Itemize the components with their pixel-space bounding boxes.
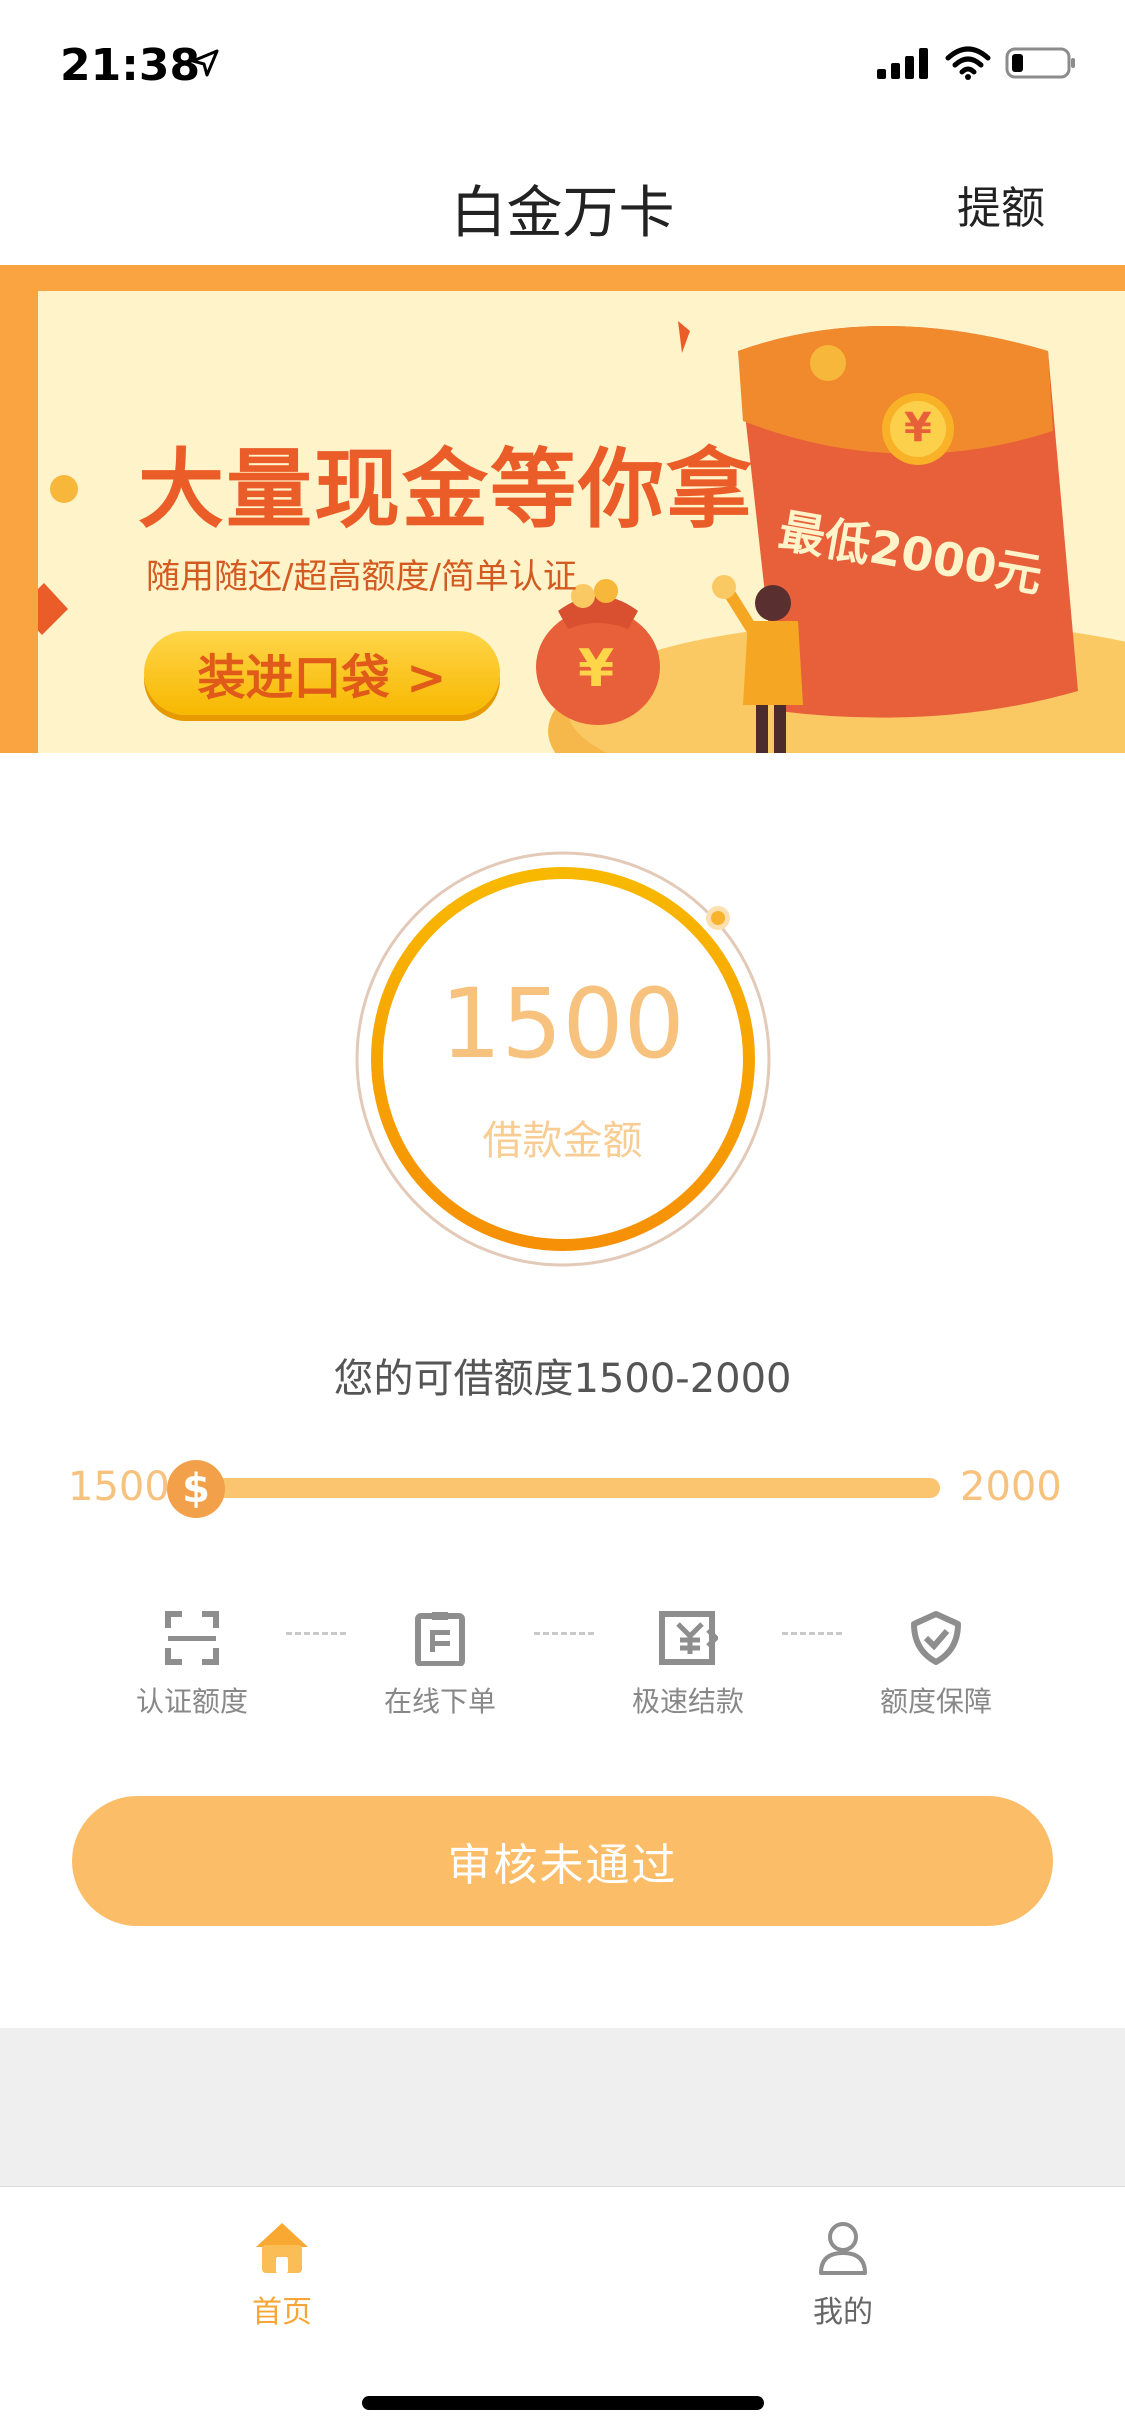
promo-banner[interactable]: 大量现金等你拿 随用随还/超高额度/简单认证 装进口袋 > 最低2000元 ¥ … <box>0 265 1125 753</box>
tab-label: 首页 <box>252 2295 312 2330</box>
user-icon <box>819 2222 867 2275</box>
status-time: 21:38 <box>60 40 201 91</box>
process-steps: 认证额度 在线下单 极速结款 额度保障 <box>0 1610 1125 1730</box>
step-fast-payout: 极速结款 <box>588 1610 788 1720</box>
amount-slider-thumb[interactable]: $ <box>167 1460 225 1518</box>
step-connector <box>782 1632 842 1635</box>
content-spacer <box>0 2028 1125 2186</box>
review-status-button[interactable]: 审核未通过 <box>72 1796 1053 1926</box>
fast-cash-icon <box>659 1611 718 1665</box>
shield-check-icon <box>911 1611 961 1665</box>
location-arrow-icon <box>190 48 220 82</box>
wifi-icon <box>945 46 991 84</box>
step-online-order: 在线下单 <box>340 1610 540 1720</box>
step-label: 额度保障 <box>879 1685 992 1718</box>
step-limit-guarantee: 额度保障 <box>836 1610 1036 1720</box>
tab-label: 我的 <box>813 2295 873 2330</box>
slider-min-label: 1500 <box>68 1464 170 1510</box>
scan-frame-icon <box>165 1611 219 1665</box>
amount-slider-track[interactable] <box>190 1478 940 1498</box>
step-label: 极速结款 <box>631 1685 744 1718</box>
status-indicators <box>877 46 1077 84</box>
nav-bar: 白金万卡 提额 <box>0 130 1125 265</box>
banner-headline: 大量现金等你拿 <box>138 440 754 540</box>
signal-icon <box>877 47 931 83</box>
loan-amount: 1500 <box>440 968 685 1080</box>
clipboard-icon <box>415 1612 465 1666</box>
loan-amount-label: 借款金额 <box>482 1118 643 1164</box>
tab-home[interactable]: 首页 <box>182 2217 382 2331</box>
home-icon <box>256 2223 308 2273</box>
status-bar: 21:38 <box>0 0 1125 130</box>
home-indicator <box>362 2396 764 2410</box>
raise-limit-button[interactable]: 提额 <box>957 172 1045 236</box>
slider-max-label: 2000 <box>960 1464 1062 1510</box>
battery-icon <box>1005 46 1077 84</box>
step-label: 在线下单 <box>383 1685 496 1718</box>
step-verify-limit: 认证额度 <box>92 1610 292 1720</box>
step-connector <box>534 1632 594 1635</box>
banner-panel: 大量现金等你拿 随用随还/超高额度/简单认证 装进口袋 > 最低2000元 ¥ … <box>38 291 1125 753</box>
step-connector <box>286 1632 346 1635</box>
yen-symbol-bag: ¥ <box>578 639 615 699</box>
credit-range-text: 您的可借额度1500-2000 <box>333 1356 792 1402</box>
step-label: 认证额度 <box>135 1685 248 1718</box>
banner-cta-button[interactable]: 装进口袋 > <box>144 631 500 715</box>
banner-subline: 随用随还/超高额度/简单认证 <box>146 557 577 597</box>
tab-mine[interactable]: 我的 <box>743 2217 943 2331</box>
yen-symbol-envelope: ¥ <box>904 405 932 451</box>
